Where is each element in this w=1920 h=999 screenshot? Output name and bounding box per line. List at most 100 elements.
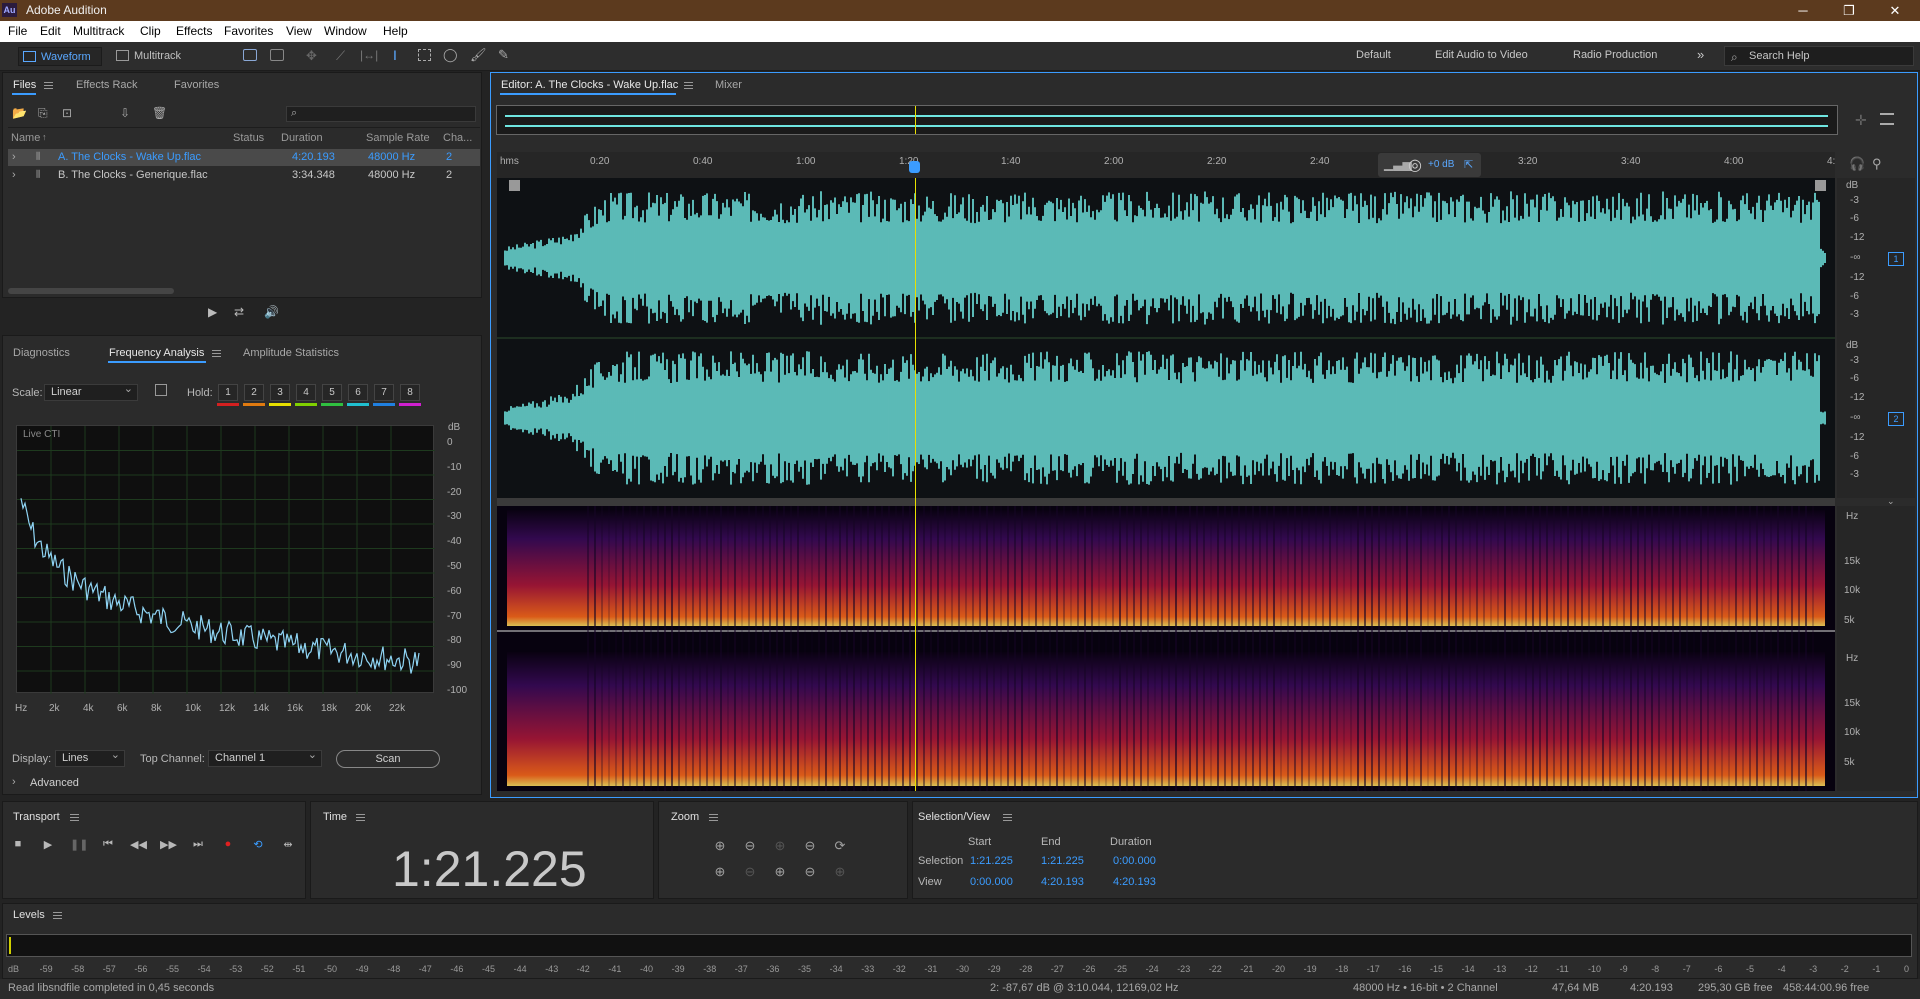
meter-tick: 0 xyxy=(1904,964,1910,974)
hold-button-8[interactable]: 8 xyxy=(400,384,420,401)
go-to-end-icon[interactable]: ⏭ xyxy=(190,838,206,852)
zoom-out-time-icon[interactable]: ⊖ xyxy=(741,864,759,880)
loop-playback-icon[interactable]: ⟲ xyxy=(250,838,266,852)
time-display[interactable]: 1:21.225 xyxy=(392,840,587,898)
hold-button-7[interactable]: 7 xyxy=(374,384,394,401)
zoom-in-point-icon[interactable]: ⊕ xyxy=(771,838,789,854)
marker-icon[interactable]: ⚲ xyxy=(1872,156,1882,172)
fade-out-handle-icon[interactable] xyxy=(1815,180,1826,191)
zoom-in-time-icon[interactable]: ⊕ xyxy=(711,864,729,880)
hold-button-5[interactable]: 5 xyxy=(322,384,342,401)
spectral-band xyxy=(1406,506,1408,791)
spectral-band xyxy=(1476,506,1478,791)
spectral-band xyxy=(958,506,960,791)
meter-tick: -8 xyxy=(1651,964,1660,974)
spectral-band xyxy=(1693,506,1695,791)
top-channel-select[interactable]: Channel 1 xyxy=(208,748,322,767)
spectral-band xyxy=(797,506,799,791)
spectral-band xyxy=(860,506,862,791)
spectrum-x-tick: 14k xyxy=(253,703,270,714)
status-format: 48000 Hz • 16-bit • 2 Channel xyxy=(1353,982,1498,994)
spectral-divider[interactable] xyxy=(497,498,1835,506)
selection-end[interactable]: 1:21.225 xyxy=(1041,855,1084,867)
fast-forward-icon[interactable]: ▶▶ xyxy=(160,838,177,852)
db-tick: -12 xyxy=(1850,232,1865,243)
meter-tick: -51 xyxy=(292,964,306,974)
selection-menu-icon[interactable] xyxy=(1003,814,1012,821)
zoom-out-view-icon[interactable]: ⊖ xyxy=(801,864,819,880)
meter-tick: -42 xyxy=(576,964,590,974)
overview-bar[interactable] xyxy=(496,105,1838,135)
zoom-tracks-icon[interactable]: ⊕ xyxy=(831,864,849,880)
record-icon[interactable]: ● xyxy=(220,838,236,852)
go-to-start-icon[interactable]: ⏮ xyxy=(100,838,116,852)
spectral-band xyxy=(1595,506,1597,791)
waveform-view[interactable] xyxy=(497,178,1835,498)
hud-gain[interactable]: ▁▃▅ ◎ +0 dB ⇱ xyxy=(1378,153,1481,177)
view-end[interactable]: 4:20.193 xyxy=(1041,876,1084,888)
spectral-band xyxy=(1028,506,1030,791)
panel-options-icon[interactable] xyxy=(1880,113,1894,125)
spectral-band xyxy=(1658,506,1660,791)
headphones-icon[interactable]: 🎧 xyxy=(1849,156,1865,172)
channel-1-toggle[interactable]: 1 xyxy=(1888,252,1904,266)
spectral-view[interactable] xyxy=(497,506,1835,791)
hold-button-1[interactable]: 1 xyxy=(218,384,238,401)
spectrum-x-tick: 2k xyxy=(49,703,60,714)
hold-button-3[interactable]: 3 xyxy=(270,384,290,401)
display-select[interactable]: Lines xyxy=(55,748,125,767)
spectral-band xyxy=(1273,506,1275,791)
hold-button-2[interactable]: 2 xyxy=(244,384,264,401)
spectral-band xyxy=(1581,506,1583,791)
zoom-selection-icon[interactable]: ⊕ xyxy=(771,864,789,880)
selection-duration[interactable]: 0:00.000 xyxy=(1113,855,1156,867)
stop-icon[interactable]: ■ xyxy=(10,838,26,852)
time-menu-icon[interactable] xyxy=(356,814,365,821)
pause-icon[interactable]: ❚❚ xyxy=(70,838,88,852)
advanced-chevron-icon[interactable]: › xyxy=(12,776,16,788)
zoom-in-amplitude-icon[interactable]: ✛ xyxy=(1855,112,1867,129)
view-duration[interactable]: 4:20.193 xyxy=(1113,876,1156,888)
meter-tick: -9 xyxy=(1619,964,1628,974)
zoom-in-amplitude-icon[interactable]: ⊕ xyxy=(711,838,729,854)
spectrum-y-tick: -40 xyxy=(447,536,462,548)
advanced-toggle[interactable]: Advanced xyxy=(30,777,79,789)
spectral-band xyxy=(1791,506,1793,791)
playhead-handle[interactable] xyxy=(909,161,920,173)
hold-button-6[interactable]: 6 xyxy=(348,384,368,401)
channel-2-toggle[interactable]: 2 xyxy=(1888,412,1904,426)
zoom-reset-icon[interactable]: ⟳ xyxy=(831,838,849,854)
editor-menu-icon[interactable] xyxy=(684,82,693,89)
levels-menu-icon[interactable] xyxy=(53,912,62,919)
transport-menu-icon[interactable] xyxy=(70,814,79,821)
spectral-band xyxy=(1413,506,1415,791)
view-start[interactable]: 0:00.000 xyxy=(970,876,1013,888)
time-tick-label: 4: xyxy=(1827,156,1836,167)
selection-start[interactable]: 1:21.225 xyxy=(970,855,1013,867)
zoom-out-amplitude-icon[interactable]: ⊖ xyxy=(741,838,759,854)
time-tick-label: 4:00 xyxy=(1724,156,1744,167)
pin-icon[interactable]: ⇱ xyxy=(1464,158,1473,171)
meter-tick: -59 xyxy=(39,964,53,974)
spectral-graph xyxy=(497,506,1835,791)
spectral-band xyxy=(1490,506,1492,791)
spectral-band xyxy=(1378,506,1380,791)
spectral-band xyxy=(1679,506,1681,791)
play-icon[interactable]: ▶ xyxy=(40,838,56,852)
skip-selection-icon[interactable]: ⇹ xyxy=(280,838,296,852)
zoom-menu-icon[interactable] xyxy=(709,814,718,821)
rewind-icon[interactable]: ◀◀ xyxy=(130,838,147,852)
zoom-out-full-icon[interactable]: ⊖ xyxy=(801,838,819,854)
meter-tick: -12 xyxy=(1524,964,1538,974)
tab-mixer[interactable]: Mixer xyxy=(715,79,742,91)
channel-waveform xyxy=(504,191,1826,325)
scan-button[interactable]: Scan xyxy=(336,750,440,768)
spectral-band xyxy=(1427,506,1429,791)
spectral-band xyxy=(1126,506,1128,791)
spectral-band xyxy=(1357,506,1359,791)
fade-in-handle-icon[interactable] xyxy=(509,180,520,191)
tab-editor[interactable]: Editor: A. The Clocks - Wake Up.flac xyxy=(501,79,678,91)
gain-knob-icon[interactable]: ◎ xyxy=(1408,155,1422,175)
spectral-band xyxy=(1623,506,1625,791)
hold-button-4[interactable]: 4 xyxy=(296,384,316,401)
